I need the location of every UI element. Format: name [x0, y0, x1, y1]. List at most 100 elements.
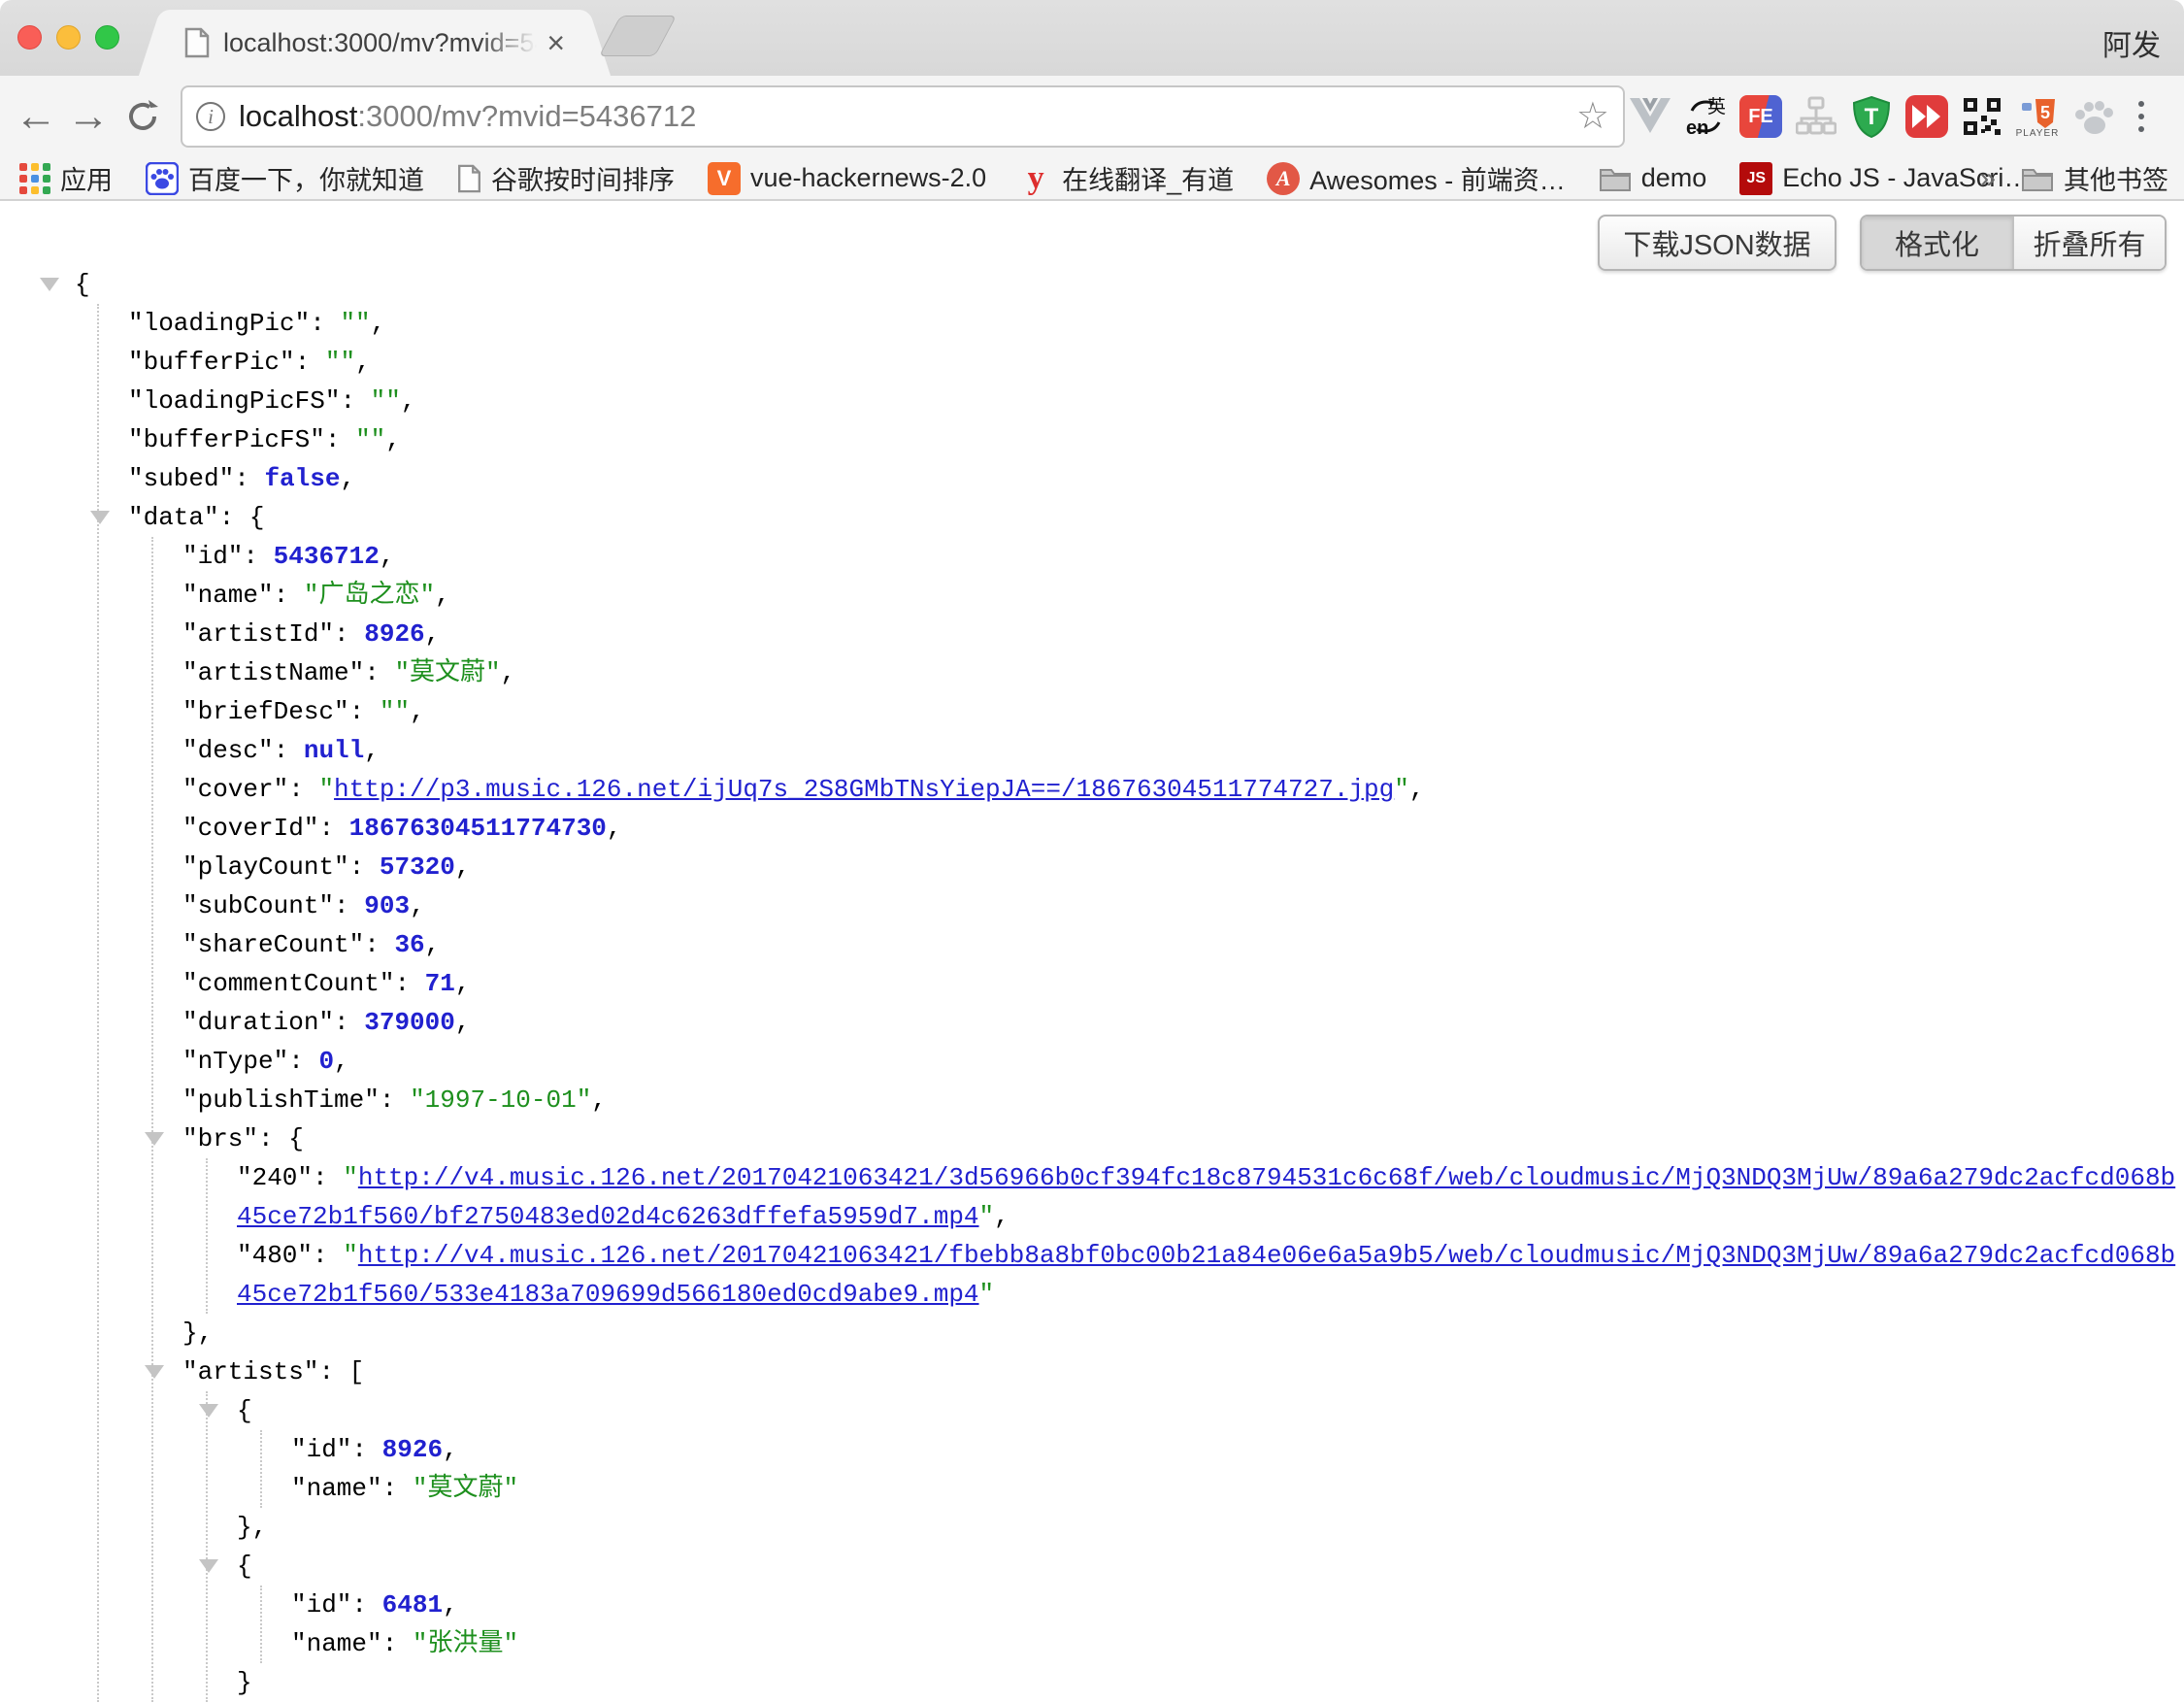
json-url-link[interactable]: http://p3.music.126.net/ijUq7s_2S8GMbTNs…: [334, 775, 1394, 804]
other-bookmarks[interactable]: 其他书签: [2021, 159, 2168, 197]
tab-close-icon[interactable]: ×: [546, 27, 565, 58]
json-children-block: "loadingPic": "","bufferPic": "","loadin…: [97, 304, 2176, 1702]
collapse-triangle-icon[interactable]: [40, 278, 59, 291]
json-children-block: "240": "http://v4.music.126.net/20170421…: [206, 1158, 2176, 1314]
bookmark-label: demo: [1641, 163, 1707, 193]
json-bracket: {: [288, 1124, 304, 1153]
baidu-paw-icon: [146, 162, 179, 195]
json-colon: :: [364, 930, 394, 959]
json-colon: :: [274, 736, 304, 765]
json-key: "desc": [182, 736, 274, 765]
json-comma: ,: [425, 619, 441, 649]
json-url-link[interactable]: http://v4.music.126.net/20170421063421/3…: [237, 1163, 2175, 1231]
json-number-value: 36: [394, 930, 424, 959]
qr-code-icon[interactable]: [1961, 95, 2003, 138]
folder-icon: [1599, 165, 1632, 192]
minimize-window-button[interactable]: [56, 25, 81, 50]
json-colon: :: [394, 969, 424, 998]
bookmark-baidu[interactable]: 百度一下，你就知道: [146, 159, 424, 197]
apps-shortcut[interactable]: 应用: [19, 159, 113, 197]
json-line: "subed": false,: [99, 459, 2176, 498]
json-comma: ,: [455, 852, 471, 882]
json-colon: :: [380, 1085, 410, 1115]
bookmark-awesomes[interactable]: A Awesomes - 前端资…: [1267, 159, 1566, 197]
json-colon: :: [334, 1008, 364, 1037]
json-key: "artistId": [182, 619, 334, 649]
url-bar[interactable]: i localhost:3000/mv?mvid=5436712 ☆: [181, 85, 1625, 148]
json-colon: :: [325, 425, 355, 454]
json-line: "name": "张洪量": [262, 1624, 2176, 1663]
fast-forward-icon[interactable]: [1905, 95, 1948, 138]
page-icon: [457, 164, 481, 193]
bookmark-star-icon[interactable]: ☆: [1576, 98, 1609, 135]
collapse-triangle-icon[interactable]: [145, 1365, 164, 1379]
vue-devtools-icon[interactable]: [1629, 95, 1671, 138]
paw-icon[interactable]: [2071, 95, 2114, 138]
json-line: }: [208, 1663, 2176, 1702]
back-button[interactable]: ←: [12, 76, 60, 157]
reload-button[interactable]: [118, 76, 167, 157]
json-key: "subed": [128, 464, 234, 493]
json-comma: ,: [443, 1435, 458, 1464]
close-window-button[interactable]: [17, 25, 42, 50]
page-info-icon[interactable]: i: [196, 102, 225, 131]
json-key: "bufferPicFS": [128, 425, 325, 454]
collapse-triangle-icon[interactable]: [199, 1559, 218, 1573]
collapse-triangle-icon[interactable]: [90, 511, 110, 524]
shield-t-icon[interactable]: T: [1850, 95, 1893, 138]
json-comma: ,: [334, 1047, 349, 1076]
json-string-value: "": [371, 386, 401, 416]
json-line: },: [153, 1314, 2176, 1352]
forward-button[interactable]: →: [64, 76, 113, 157]
json-key: "480": [237, 1241, 313, 1270]
bookmarks-bar: 应用 百度一下，你就知道 谷歌按时间排序 V vue-hackernews-2.…: [0, 157, 2184, 201]
browser-tab[interactable]: localhost:3000/mv?mvid=543 ×: [167, 10, 582, 76]
json-comma: ,: [371, 309, 386, 338]
json-number-value: 71: [425, 969, 455, 998]
json-comma: ,: [591, 1085, 607, 1115]
json-string-value: "": [325, 348, 355, 377]
chrome-menu-icon[interactable]: [2127, 95, 2156, 138]
json-number-value: false: [264, 464, 340, 493]
json-line: "name": "莫文蔚": [262, 1469, 2176, 1508]
collapse-all-button[interactable]: 折叠所有: [2012, 217, 2165, 269]
translate-en-icon[interactable]: en 英: [1684, 95, 1727, 138]
zoom-window-button[interactable]: [95, 25, 119, 50]
json-quote: ": [343, 1163, 358, 1192]
bookmark-google-sorted[interactable]: 谷歌按时间排序: [457, 159, 675, 197]
download-json-button[interactable]: 下载JSON数据: [1598, 215, 1837, 271]
json-comma: ,: [385, 425, 401, 454]
sitemap-icon[interactable]: [1795, 95, 1837, 138]
collapse-triangle-icon[interactable]: [145, 1132, 164, 1146]
json-line: "nType": 0,: [153, 1042, 2176, 1081]
fe-extension-icon[interactable]: FE: [1739, 95, 1782, 138]
bookmarks-overflow-chevron[interactable]: »: [1979, 162, 1996, 195]
bookmark-vue-hackernews[interactable]: V vue-hackernews-2.0: [708, 162, 986, 195]
json-number-value: 8926: [364, 619, 424, 649]
bookmark-youdao[interactable]: y 在线翻译_有道: [1019, 159, 1234, 197]
json-number-value: 8926: [382, 1435, 443, 1464]
new-tab-button[interactable]: [599, 16, 677, 56]
bookmark-label: 谷歌按时间排序: [491, 159, 675, 197]
profile-name[interactable]: 阿发: [2102, 21, 2161, 64]
json-key: "artistName": [182, 658, 364, 687]
collapse-triangle-icon[interactable]: [199, 1404, 218, 1418]
json-children-block: {"id": 8926,"name": "莫文蔚"},{"id": 6481,"…: [206, 1391, 2176, 1702]
json-colon: :: [288, 775, 318, 804]
bookmark-label: 在线翻译_有道: [1062, 159, 1234, 197]
json-key: "artists": [182, 1357, 318, 1386]
h5-player-icon[interactable]: 5 PLAYER: [2016, 95, 2059, 138]
json-url-link[interactable]: http://v4.music.126.net/20170421063421/f…: [237, 1241, 2175, 1309]
json-line: "artistId": 8926,: [153, 615, 2176, 653]
json-line: "commentCount": 71,: [153, 964, 2176, 1003]
bookmark-folder-demo[interactable]: demo: [1599, 163, 1707, 193]
bookmark-label: 百度一下，你就知道: [188, 159, 424, 197]
json-colon: :: [234, 464, 264, 493]
json-line: },: [208, 1508, 2176, 1547]
browser-toolbar: ← → i localhost:3000/mv?mvid=5436712 ☆ e…: [0, 76, 2184, 157]
json-number-value: 18676304511774730: [349, 814, 607, 843]
folder-icon: [2021, 165, 2054, 192]
json-line: "cover": "http://p3.music.126.net/ijUq7s…: [153, 770, 2176, 809]
apps-grid-icon: [19, 163, 50, 194]
format-button[interactable]: 格式化: [1862, 217, 2012, 269]
